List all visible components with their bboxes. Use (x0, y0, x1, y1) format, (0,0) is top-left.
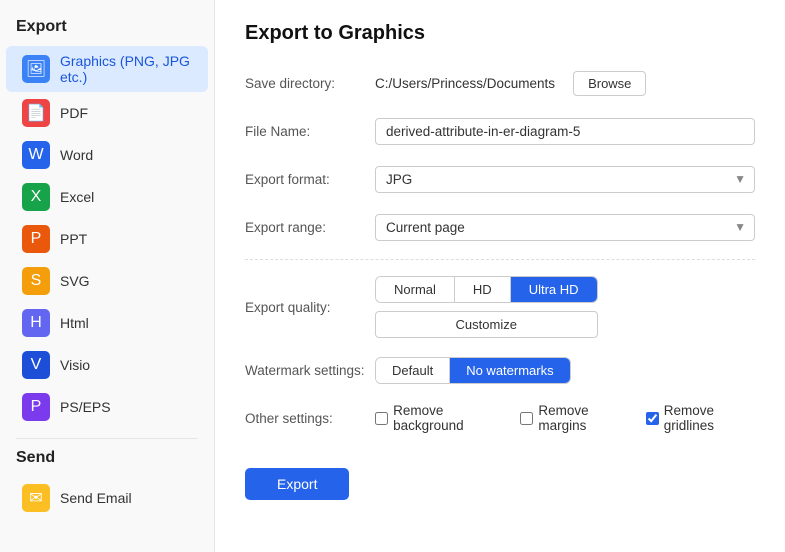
sidebar-item-pseps[interactable]: P PS/EPS (6, 386, 208, 428)
sidebar-item-label-email: Send Email (60, 490, 132, 506)
sidebar-item-html[interactable]: H Html (6, 302, 208, 344)
quality-btn-ultra_hd[interactable]: Ultra HD (511, 277, 597, 302)
save-directory-row: Save directory: C:/Users/Princess/Docume… (245, 67, 755, 99)
checkbox-item-remove_background[interactable]: Remove background (375, 403, 502, 433)
sidebar-item-graphics[interactable]: 🖼 Graphics (PNG, JPG etc.) (6, 46, 208, 92)
email-icon: ✉ (22, 484, 50, 512)
sidebar-item-visio[interactable]: V Visio (6, 344, 208, 386)
sidebar-item-label-ppt: PPT (60, 231, 87, 247)
export-range-control: Current pageAll pagesSelected ▼ (375, 214, 755, 241)
file-name-row: File Name: (245, 115, 755, 147)
svg-icon: S (22, 267, 50, 295)
watermark-label: Watermark settings: (245, 363, 375, 378)
export-button[interactable]: Export (245, 468, 349, 500)
watermark-control: DefaultNo watermarks (375, 357, 755, 384)
sidebar: Export 🖼 Graphics (PNG, JPG etc.) 📄 PDF … (0, 0, 215, 552)
export-quality-row: Export quality: NormalHDUltra HD Customi… (245, 276, 755, 338)
quality-button-group: NormalHDUltra HD (375, 276, 598, 303)
graphics-icon: 🖼 (22, 55, 50, 83)
export-quality-control: NormalHDUltra HD Customize (375, 276, 755, 338)
other-settings-control: Remove background Remove margins Remove … (375, 403, 755, 433)
export-range-select-wrapper: Current pageAll pagesSelected ▼ (375, 214, 755, 241)
checkbox-label-remove_gridlines: Remove gridlines (664, 403, 755, 433)
main-content: Export to Graphics Save directory: C:/Us… (215, 0, 785, 552)
export-format-control: JPGPNGBMPSVGPDF ▼ (375, 166, 755, 193)
quality-column: NormalHDUltra HD Customize (375, 276, 598, 338)
word-icon: W (22, 141, 50, 169)
watermark-row: Watermark settings: DefaultNo watermarks (245, 354, 755, 386)
sidebar-item-label-html: Html (60, 315, 89, 331)
sidebar-item-label-pseps: PS/EPS (60, 399, 111, 415)
checkbox-group: Remove background Remove margins Remove … (375, 403, 755, 433)
export-section-title: Export (0, 18, 214, 46)
export-range-select[interactable]: Current pageAll pagesSelected (375, 214, 755, 241)
watermark-btn-no_watermarks[interactable]: No watermarks (450, 358, 569, 383)
export-format-select-wrapper: JPGPNGBMPSVGPDF ▼ (375, 166, 755, 193)
watermark-button-group: DefaultNo watermarks (375, 357, 571, 384)
sidebar-item-label-pdf: PDF (60, 105, 88, 121)
file-name-input[interactable] (375, 118, 755, 145)
other-settings-row: Other settings: Remove background Remove… (245, 402, 755, 434)
checkbox-label-remove_margins: Remove margins (538, 403, 627, 433)
ppt-icon: P (22, 225, 50, 253)
sidebar-item-email[interactable]: ✉ Send Email (6, 477, 208, 519)
export-range-label: Export range: (245, 220, 375, 235)
pseps-icon: P (22, 393, 50, 421)
export-quality-label: Export quality: (245, 300, 375, 315)
file-name-label: File Name: (245, 124, 375, 139)
export-format-row: Export format: JPGPNGBMPSVGPDF ▼ (245, 163, 755, 195)
sidebar-item-word[interactable]: W Word (6, 134, 208, 176)
visio-icon: V (22, 351, 50, 379)
save-directory-value: C:/Users/Princess/Documents (375, 76, 555, 91)
browse-button[interactable]: Browse (573, 71, 646, 96)
sidebar-item-label-excel: Excel (60, 189, 94, 205)
save-directory-label: Save directory: (245, 76, 375, 91)
send-section-title: Send (0, 449, 214, 477)
sidebar-item-pdf[interactable]: 📄 PDF (6, 92, 208, 134)
watermark-btn-default[interactable]: Default (376, 358, 450, 383)
file-name-control (375, 118, 755, 145)
checkbox-item-remove_gridlines[interactable]: Remove gridlines (646, 403, 755, 433)
page-title: Export to Graphics (245, 22, 755, 45)
excel-icon: X (22, 183, 50, 211)
checkbox-remove_gridlines[interactable] (646, 411, 659, 426)
sidebar-item-svg[interactable]: S SVG (6, 260, 208, 302)
pdf-icon: 📄 (22, 99, 50, 127)
checkbox-remove_background[interactable] (375, 411, 388, 426)
sidebar-item-excel[interactable]: X Excel (6, 176, 208, 218)
checkbox-remove_margins[interactable] (520, 411, 533, 426)
export-format-select[interactable]: JPGPNGBMPSVGPDF (375, 166, 755, 193)
customize-button[interactable]: Customize (375, 311, 598, 338)
export-format-label: Export format: (245, 172, 375, 187)
sidebar-item-label-visio: Visio (60, 357, 90, 373)
section-divider (245, 259, 755, 260)
save-directory-control: C:/Users/Princess/Documents Browse (375, 71, 755, 96)
checkbox-label-remove_background: Remove background (393, 403, 502, 433)
sidebar-item-label-graphics: Graphics (PNG, JPG etc.) (60, 53, 192, 85)
export-range-row: Export range: Current pageAll pagesSelec… (245, 211, 755, 243)
quality-btn-hd[interactable]: HD (455, 277, 511, 302)
sidebar-divider (16, 438, 198, 439)
other-settings-label: Other settings: (245, 411, 375, 426)
sidebar-item-ppt[interactable]: P PPT (6, 218, 208, 260)
checkbox-item-remove_margins[interactable]: Remove margins (520, 403, 627, 433)
sidebar-item-label-word: Word (60, 147, 93, 163)
sidebar-item-label-svg: SVG (60, 273, 90, 289)
quality-btn-normal[interactable]: Normal (376, 277, 455, 302)
html-icon: H (22, 309, 50, 337)
